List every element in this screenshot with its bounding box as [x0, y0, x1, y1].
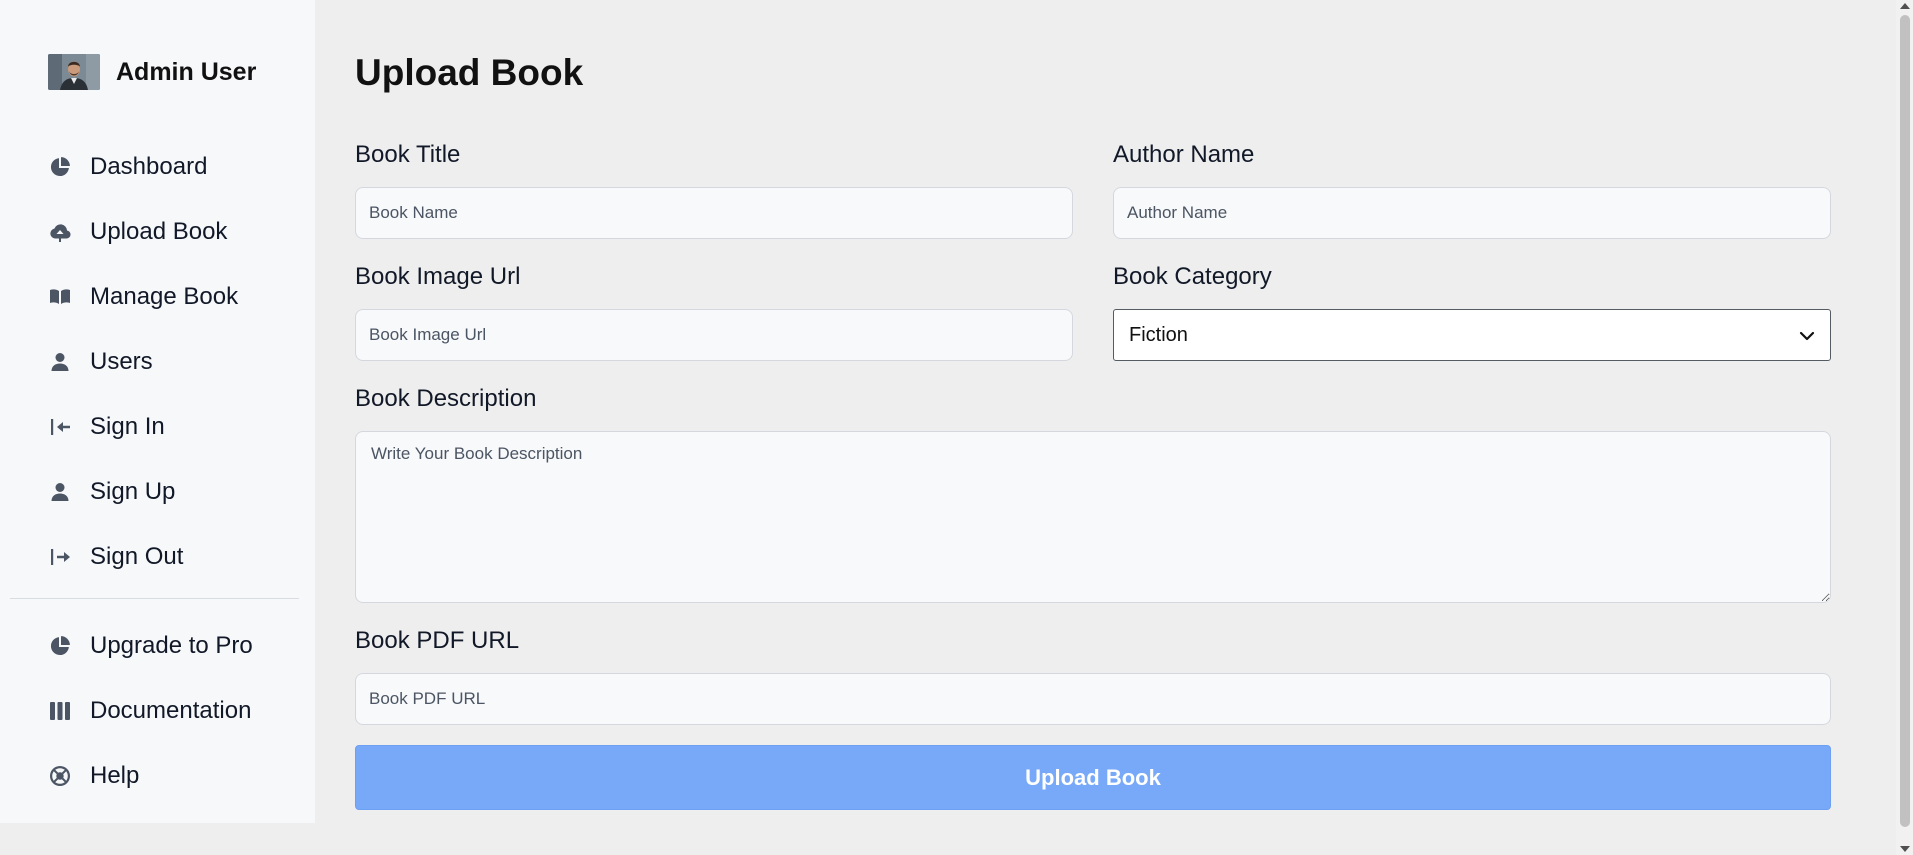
sidebar-item-label: Upload Book — [90, 217, 228, 245]
sidebar-divider — [10, 598, 299, 599]
sidebar-item-help[interactable]: Help — [0, 743, 315, 808]
sidebar-item-label: Manage Book — [90, 282, 239, 310]
sidebar-item-label: Documentation — [90, 696, 252, 724]
sidebar-item-upgrade[interactable]: Upgrade to Pro — [0, 613, 315, 678]
cloud-upload-icon — [47, 219, 73, 245]
profile[interactable]: Admin User — [48, 54, 256, 90]
sidebar-item-documentation[interactable]: Documentation — [0, 678, 315, 743]
page-scrollbar[interactable] — [1896, 0, 1913, 855]
book-category-select[interactable]: Fiction — [1113, 309, 1831, 361]
book-title-label: Book Title — [355, 141, 461, 168]
book-title-input[interactable] — [355, 187, 1073, 239]
book-image-url-label: Book Image Url — [355, 263, 521, 290]
upload-book-button[interactable]: Upload Book — [355, 745, 1831, 810]
page-title: Upload Book — [355, 52, 584, 93]
sidebar-item-users[interactable]: Users — [0, 329, 315, 394]
author-name-input[interactable] — [1113, 187, 1831, 239]
sidebar: Admin User Dashboard Upload Book Manage … — [0, 0, 315, 823]
author-name-label: Author Name — [1113, 141, 1255, 168]
lifebuoy-icon — [47, 763, 73, 789]
pie-chart-icon — [47, 633, 73, 659]
user-icon — [47, 479, 73, 505]
book-description-textarea[interactable] — [355, 431, 1831, 603]
open-book-icon — [47, 284, 73, 310]
app-root: Admin User Dashboard Upload Book Manage … — [0, 0, 1913, 855]
sidebar-item-upload-book[interactable]: Upload Book — [0, 199, 315, 264]
sidebar-item-sign-up[interactable]: Sign Up — [0, 459, 315, 524]
book-description-label: Book Description — [355, 385, 537, 412]
sidebar-item-manage-book[interactable]: Manage Book — [0, 264, 315, 329]
book-pdf-url-input[interactable] — [355, 673, 1831, 725]
sidebar-item-label: Sign In — [90, 412, 165, 440]
book-category-label: Book Category — [1113, 263, 1272, 290]
sidebar-item-sign-out[interactable]: Sign Out — [0, 524, 315, 589]
book-image-url-input[interactable] — [355, 309, 1073, 361]
profile-name: Admin User — [116, 57, 257, 86]
avatar — [48, 54, 100, 90]
sidebar-item-dashboard[interactable]: Dashboard — [0, 134, 315, 199]
sidebar-item-label: Users — [90, 347, 153, 375]
pie-chart-icon — [47, 154, 73, 180]
sidebar-item-label: Dashboard — [90, 152, 208, 180]
sidebar-item-label: Sign Out — [90, 542, 184, 570]
book-pdf-url-label: Book PDF URL — [355, 627, 520, 654]
sign-out-icon — [47, 544, 73, 570]
sidebar-item-label: Help — [90, 761, 140, 789]
sidebar-item-sign-in[interactable]: Sign In — [0, 394, 315, 459]
chevron-down-icon — [1799, 331, 1815, 341]
columns-icon — [47, 698, 73, 724]
sidebar-item-label: Upgrade to Pro — [90, 631, 253, 659]
sidebar-nav: Dashboard Upload Book Manage Book Users — [0, 134, 315, 589]
user-icon — [47, 349, 73, 375]
avatar-photo — [48, 54, 100, 90]
scroll-up-arrow-icon[interactable] — [1900, 3, 1910, 9]
scroll-down-arrow-icon[interactable] — [1900, 846, 1910, 852]
sign-in-icon — [47, 414, 73, 440]
sidebar-item-label: Sign Up — [90, 477, 176, 505]
sidebar-secondary-nav: Upgrade to Pro Documentation Help — [0, 613, 315, 808]
scroll-thumb[interactable] — [1900, 15, 1910, 827]
book-category-selected-value: Fiction — [1129, 323, 1188, 346]
